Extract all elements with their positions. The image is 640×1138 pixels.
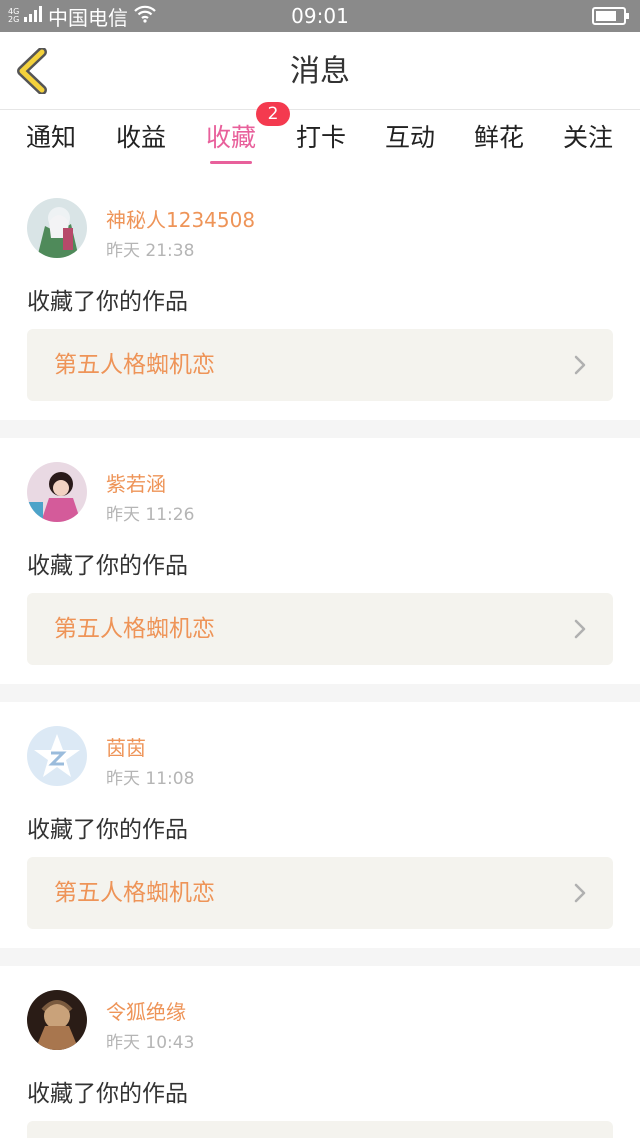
tab-interact[interactable]: 互动	[381, 110, 439, 174]
tab-label: 鲜花	[473, 123, 524, 152]
section-divider	[0, 684, 640, 702]
tab-label: 收藏	[205, 123, 256, 152]
message-time: 昨天 10:43	[106, 1033, 195, 1053]
nav-header: 消息	[0, 32, 640, 110]
action-text: 收藏了你的作品	[27, 553, 188, 579]
user-name[interactable]: 令狐绝缘	[106, 996, 186, 1025]
tab-label: 收益	[115, 123, 166, 152]
work-link[interactable]: 第五人格蜘机恋	[27, 329, 613, 401]
work-link[interactable]: 第五人格蜘机恋	[27, 857, 613, 929]
chevron-right-icon	[574, 883, 586, 903]
status-bar: 4G 2G 中国电信 09:01	[0, 0, 640, 32]
chevron-right-icon	[574, 619, 586, 639]
unread-badge: 2	[256, 102, 290, 126]
message-item: 茵茵 昨天 11:08 收藏了你的作品 第五人格蜘机恋	[0, 702, 640, 948]
tab-notify[interactable]: 通知	[22, 110, 80, 174]
chevron-right-icon	[574, 355, 586, 375]
tab-income[interactable]: 收益	[112, 110, 170, 174]
action-text: 收藏了你的作品	[27, 1081, 188, 1107]
avatar[interactable]	[27, 990, 87, 1050]
tab-bar: 通知 收益 收藏 2 打卡 互动 鲜花 关注	[0, 102, 640, 174]
action-text: 收藏了你的作品	[27, 289, 188, 315]
tab-checkin[interactable]: 打卡	[292, 110, 350, 174]
tab-label: 关注	[562, 123, 613, 152]
avatar[interactable]	[27, 726, 87, 786]
active-tab-indicator	[210, 161, 252, 164]
tab-flowers[interactable]: 鲜花	[470, 110, 528, 174]
work-title: 第五人格蜘机恋	[54, 880, 215, 906]
user-name[interactable]: 茵茵	[106, 732, 146, 761]
tab-label: 互动	[384, 123, 435, 152]
page-title: 消息	[290, 54, 350, 89]
tab-follow[interactable]: 关注	[559, 110, 617, 174]
message-item: 令狐绝缘 昨天 10:43 收藏了你的作品	[0, 966, 640, 1138]
user-name[interactable]: 神秘人1234508	[106, 204, 255, 233]
avatar[interactable]	[27, 462, 87, 522]
tab-favorites[interactable]: 收藏 2	[202, 102, 290, 174]
tab-label: 通知	[25, 123, 76, 152]
action-text: 收藏了你的作品	[27, 817, 188, 843]
tab-label: 打卡	[295, 123, 346, 152]
message-time: 昨天 11:26	[106, 505, 195, 525]
message-item: 神秘人1234508 昨天 21:38 收藏了你的作品 第五人格蜘机恋	[0, 174, 640, 420]
section-divider	[0, 420, 640, 438]
section-divider	[0, 948, 640, 966]
avatar[interactable]	[27, 198, 87, 258]
message-time: 昨天 11:08	[106, 769, 195, 789]
work-title: 第五人格蜘机恋	[54, 352, 215, 378]
clock: 09:01	[291, 4, 349, 28]
work-link[interactable]	[27, 1121, 613, 1138]
message-item: 紫若涵 昨天 11:26 收藏了你的作品 第五人格蜘机恋	[0, 438, 640, 684]
work-link[interactable]: 第五人格蜘机恋	[27, 593, 613, 665]
message-time: 昨天 21:38	[106, 241, 195, 261]
user-name[interactable]: 紫若涵	[106, 468, 166, 497]
battery-icon	[592, 7, 630, 29]
work-title: 第五人格蜘机恋	[54, 616, 215, 642]
